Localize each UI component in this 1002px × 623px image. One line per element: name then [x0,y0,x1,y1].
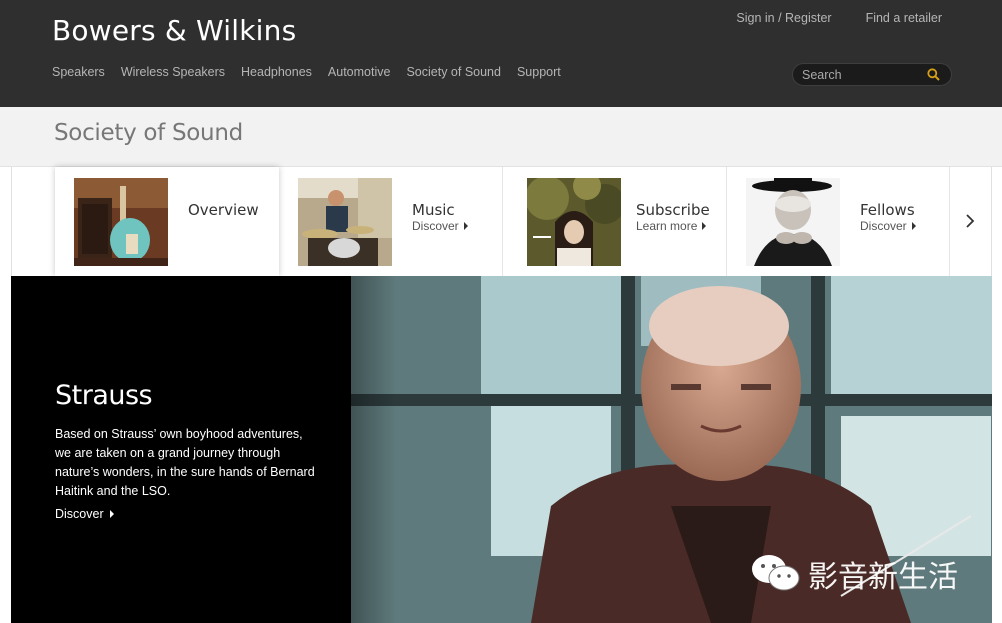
search-icon[interactable] [927,68,940,81]
album-cover-photo [527,178,621,266]
wechat-icon [752,555,800,591]
hero-description: Based on Strauss’ own boyhood adventures… [55,427,315,498]
caret-right-icon [463,222,468,230]
card-link[interactable]: Discover [412,219,468,233]
guitar-amp-photo [74,178,168,266]
nav-automotive[interactable]: Automotive [328,65,391,79]
caret-right-icon [702,222,707,230]
chevron-right-icon[interactable] [960,211,980,231]
hero-discover-link[interactable]: Discover [55,507,114,521]
search-box [792,63,952,86]
card-link[interactable]: Learn more [636,219,707,233]
sign-in-link[interactable]: Sign in / Register [736,11,831,25]
main-nav: Speakers Wireless Speakers Headphones Au… [52,65,577,79]
card-overview[interactable]: Overview [55,167,279,276]
drummer-photo [298,178,392,266]
nav-wireless-speakers[interactable]: Wireless Speakers [121,65,225,79]
find-retailer-link[interactable]: Find a retailer [866,11,942,25]
brand-logo[interactable]: Bowers & Wilkins [52,14,296,47]
nav-society-of-sound[interactable]: Society of Sound [406,65,501,79]
card-fellows[interactable]: Fellows Discover [727,167,950,276]
hero-title: Strauss [55,380,153,411]
card-music[interactable]: Music Discover [279,167,503,276]
nav-support[interactable]: Support [517,65,561,79]
feature-carousel: Overview Music Discover Subscribe Learn … [11,167,992,276]
utility-links: Sign in / Register Find a retailer [702,11,942,25]
section-header: Society of Sound [0,107,1002,167]
fellow-portrait-photo [746,178,840,266]
card-title: Fellows [860,201,915,219]
card-title: Subscribe [636,201,710,219]
caret-right-icon [109,510,114,518]
card-link[interactable]: Discover [860,219,916,233]
site-header: Bowers & Wilkins Speakers Wireless Speak… [0,0,1002,107]
caret-right-icon [911,222,916,230]
card-title: Overview [188,201,259,219]
nav-headphones[interactable]: Headphones [241,65,312,79]
nav-speakers[interactable]: Speakers [52,65,105,79]
watermark-text: 影音新生活 [808,560,958,595]
search-input[interactable] [802,67,922,83]
card-subscribe[interactable]: Subscribe Learn more [503,167,727,276]
page-title: Society of Sound [54,120,243,146]
card-title: Music [412,201,455,219]
